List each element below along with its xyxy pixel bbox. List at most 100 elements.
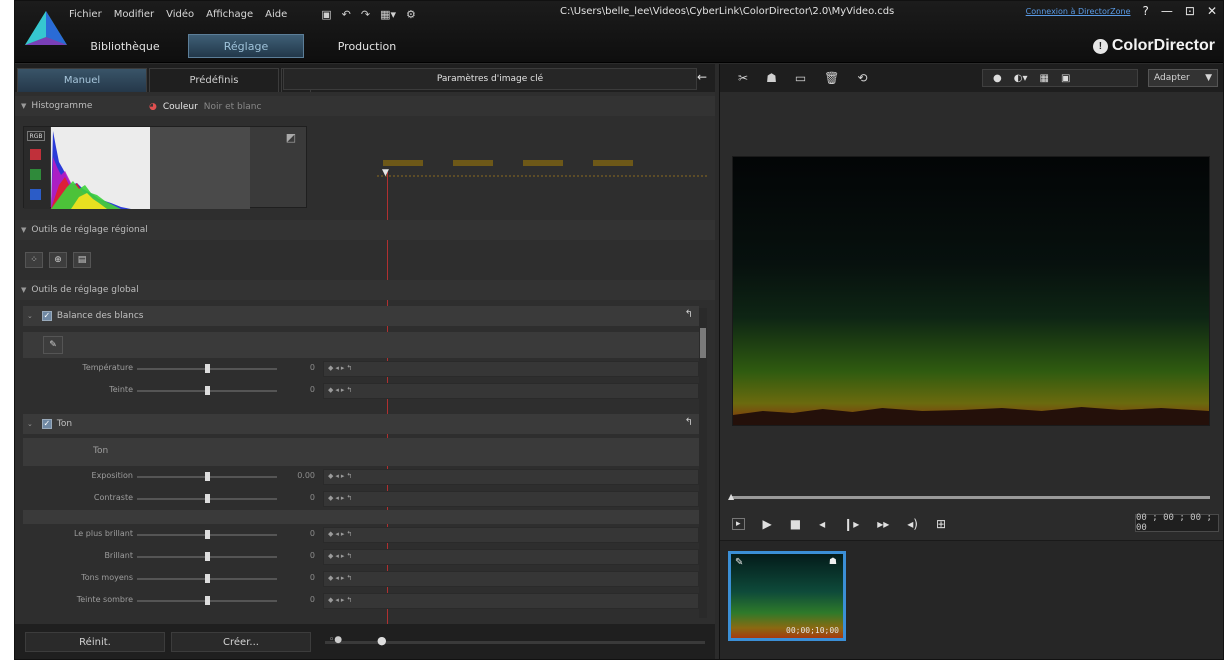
rgb-channel-label[interactable]: RGB [27, 131, 45, 141]
menu-help[interactable]: Aide [265, 9, 287, 20]
adjust-slider[interactable] [137, 472, 277, 481]
slider-value[interactable]: 0 [285, 493, 315, 502]
black-white-option[interactable]: Noir et blanc [204, 102, 262, 112]
slider-value[interactable]: 0 [285, 551, 315, 560]
clip-thumbnail[interactable]: ✎ ☗ 00;00;10;00 [728, 551, 846, 641]
slider-handle[interactable] [205, 386, 210, 395]
slider-value[interactable]: 0 [285, 385, 315, 394]
menu-video[interactable]: Vidéo [166, 9, 194, 20]
keyframe-track[interactable]: ◆◂▸↰ [323, 527, 699, 543]
keyframe-track[interactable]: ◆◂▸↰ [323, 549, 699, 565]
fast-forward-icon[interactable]: ▸▸ [877, 517, 889, 531]
slider-handle[interactable] [205, 596, 210, 605]
adjust-slider[interactable] [137, 552, 277, 561]
delete-icon[interactable]: 🗑 [824, 71, 839, 85]
playhead-handle-icon[interactable]: ▼ [382, 168, 389, 178]
keyframe-nav-icon[interactable]: ◆◂▸↰ [328, 552, 354, 560]
tab-presets[interactable]: Prédéfinis [149, 68, 279, 92]
arrow-left-icon[interactable]: ← [697, 70, 707, 84]
adjust-slider[interactable] [137, 574, 277, 583]
reset-section-icon[interactable]: ↰ [685, 309, 693, 320]
binoculars-icon[interactable]: ☗ [766, 71, 777, 85]
adjust-slider[interactable] [137, 386, 277, 395]
slider-handle[interactable] [205, 552, 210, 561]
reset-button[interactable]: Réinit. [25, 632, 165, 652]
keyframe-settings-header[interactable]: Paramètres d'image clé [283, 68, 697, 90]
rotate-icon[interactable]: ⟲ [857, 71, 867, 85]
slider-value[interactable]: 0 [285, 529, 315, 538]
adjust-slider[interactable] [137, 530, 277, 539]
panel-scrollbar[interactable] [699, 308, 707, 618]
adjust-slider[interactable] [137, 494, 277, 503]
stop-icon[interactable]: ■ [790, 517, 801, 531]
slider-value[interactable]: 0 [285, 363, 315, 372]
keyframe-track[interactable]: ◆◂▸↰ [323, 361, 699, 377]
scissors-icon[interactable]: ✂ [738, 71, 748, 85]
save-icon[interactable]: ▣ [321, 8, 331, 21]
keyframe-nav-icon[interactable]: ◆◂▸↰ [328, 364, 354, 372]
regional-tools-header[interactable]: ▼ Outils de réglage régional [15, 220, 715, 240]
global-tools-header[interactable]: ▼ Outils de réglage global [15, 280, 715, 300]
restore-button[interactable]: ⊡ [1185, 4, 1195, 18]
brush-tool-icon[interactable]: ⁘ [25, 252, 43, 268]
reset-section-icon[interactable]: ↰ [685, 417, 693, 428]
minimize-button[interactable]: — [1161, 4, 1173, 18]
adjust-slider[interactable] [137, 596, 277, 605]
volume-icon[interactable]: ◂) [907, 517, 918, 531]
keyframe-track[interactable]: ◆◂▸↰ [323, 491, 699, 507]
zoom-out-icon[interactable]: ◦● [329, 635, 342, 645]
compare-icon[interactable]: ▭ [795, 71, 806, 85]
tab-library[interactable]: Bibliothèque [67, 34, 183, 58]
eyedropper-icon[interactable]: ✎ [43, 336, 63, 354]
slider-value[interactable]: 0.00 [285, 471, 315, 480]
keyframe-nav-icon[interactable]: ◆◂▸↰ [328, 472, 354, 480]
next-frame-icon[interactable]: ❙▸ [843, 517, 859, 531]
playback-progress-bar[interactable]: ▲ [728, 492, 1210, 501]
previous-frame-icon[interactable]: ◂ [819, 517, 825, 531]
keyframe-track[interactable]: ◆◂▸↰ [323, 593, 699, 609]
menu-view[interactable]: Affichage [206, 9, 253, 20]
record-icon[interactable]: ● [993, 73, 1002, 84]
help-button[interactable]: ? [1143, 4, 1149, 18]
timeline-zoom-slider[interactable]: ◦● ● [325, 634, 705, 647]
graduated-filter-icon[interactable]: ▤ [73, 252, 91, 268]
white-balance-header[interactable]: ⌄ ✓ Balance des blancs ↰ [23, 306, 699, 326]
keyframe-nav-icon[interactable]: ◆◂▸↰ [328, 386, 354, 394]
layout-icon[interactable]: ▦▾ [380, 8, 396, 21]
tone-header[interactable]: ⌄ ✓ Ton ↰ [23, 414, 699, 434]
image-view-icon[interactable]: ▣ [1061, 73, 1070, 84]
zoom-handle-icon[interactable]: ● [377, 634, 387, 647]
scrollbar-thumb[interactable] [700, 328, 706, 358]
keyframe-nav-icon[interactable]: ◆◂▸↰ [328, 494, 354, 502]
slider-value[interactable]: 0 [285, 595, 315, 604]
slider-handle[interactable] [205, 574, 210, 583]
progress-handle-icon[interactable]: ▲ [728, 492, 734, 501]
slider-handle[interactable] [205, 530, 210, 539]
menu-file[interactable]: Fichier [69, 9, 102, 20]
keyframe-track[interactable]: ◆◂▸↰ [323, 571, 699, 587]
slider-value[interactable]: 0 [285, 573, 315, 582]
create-button[interactable]: Créer... [171, 632, 311, 652]
directorzone-link[interactable]: Connexion à DirectorZone [1026, 7, 1131, 16]
clipping-warning-icon[interactable]: ◩ [286, 131, 296, 144]
close-button[interactable]: ✕ [1207, 4, 1217, 18]
undo-icon[interactable]: ↶ [342, 8, 351, 21]
white-balance-checkbox[interactable]: ✓ [41, 311, 52, 321]
slider-handle[interactable] [205, 364, 210, 373]
radial-filter-icon[interactable]: ⊕ [49, 252, 67, 268]
tone-checkbox[interactable]: ✓ [41, 419, 52, 429]
adjust-slider[interactable] [137, 364, 277, 373]
redo-icon[interactable]: ↷ [361, 8, 370, 21]
tab-production[interactable]: Production [309, 34, 425, 58]
keyframe-nav-icon[interactable]: ◆◂▸↰ [328, 574, 354, 582]
play-mode-icon[interactable]: ▸ [732, 518, 745, 530]
slider-handle[interactable] [205, 472, 210, 481]
red-channel-icon[interactable] [30, 149, 41, 160]
split-view-icon[interactable]: ◐▾ [1014, 73, 1028, 84]
histogram-section-header[interactable]: ▼ Histogramme [15, 96, 715, 116]
keyframe-track[interactable]: ◆◂▸↰ [323, 469, 699, 485]
keyframe-nav-icon[interactable]: ◆◂▸↰ [328, 530, 354, 538]
blue-channel-icon[interactable] [30, 189, 41, 200]
grid-icon[interactable]: ▦ [1039, 73, 1048, 84]
tab-adjust[interactable]: Réglage [188, 34, 304, 58]
